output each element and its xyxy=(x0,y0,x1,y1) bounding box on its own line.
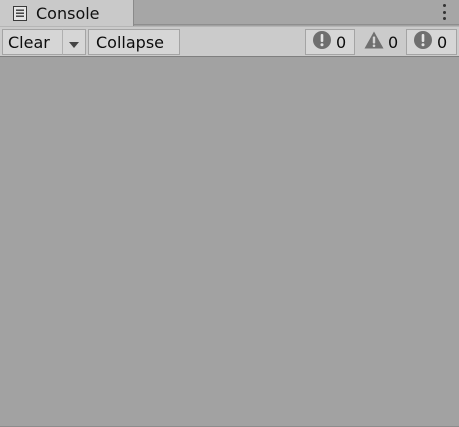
error-filter-toggle-2[interactable]: 0 xyxy=(406,29,457,55)
more-options-icon[interactable] xyxy=(441,4,447,20)
clear-options-dropdown[interactable] xyxy=(62,29,86,55)
clear-label: Clear xyxy=(8,32,50,52)
clear-button[interactable]: Clear xyxy=(2,29,62,55)
collapse-button[interactable]: Collapse xyxy=(88,29,180,55)
error-icon xyxy=(413,30,433,54)
error-count: 0 xyxy=(336,32,347,52)
console-toolbar: Clear Collapse 0 0 0 xyxy=(0,26,459,57)
error-icon xyxy=(312,30,332,54)
tab-title: Console xyxy=(36,3,100,23)
tab-console[interactable]: Console xyxy=(0,0,134,26)
collapse-label: Collapse xyxy=(96,32,164,52)
tab-bar: Console xyxy=(0,0,459,26)
warning-filter-toggle[interactable]: 0 xyxy=(357,29,405,55)
warning-count: 0 xyxy=(388,32,399,52)
chevron-down-icon xyxy=(69,33,79,52)
console-log-area[interactable] xyxy=(0,57,459,427)
error-filter-toggle[interactable]: 0 xyxy=(305,29,355,55)
console-list-icon xyxy=(12,5,28,21)
error-count-2: 0 xyxy=(437,32,448,52)
warning-icon xyxy=(364,31,384,53)
